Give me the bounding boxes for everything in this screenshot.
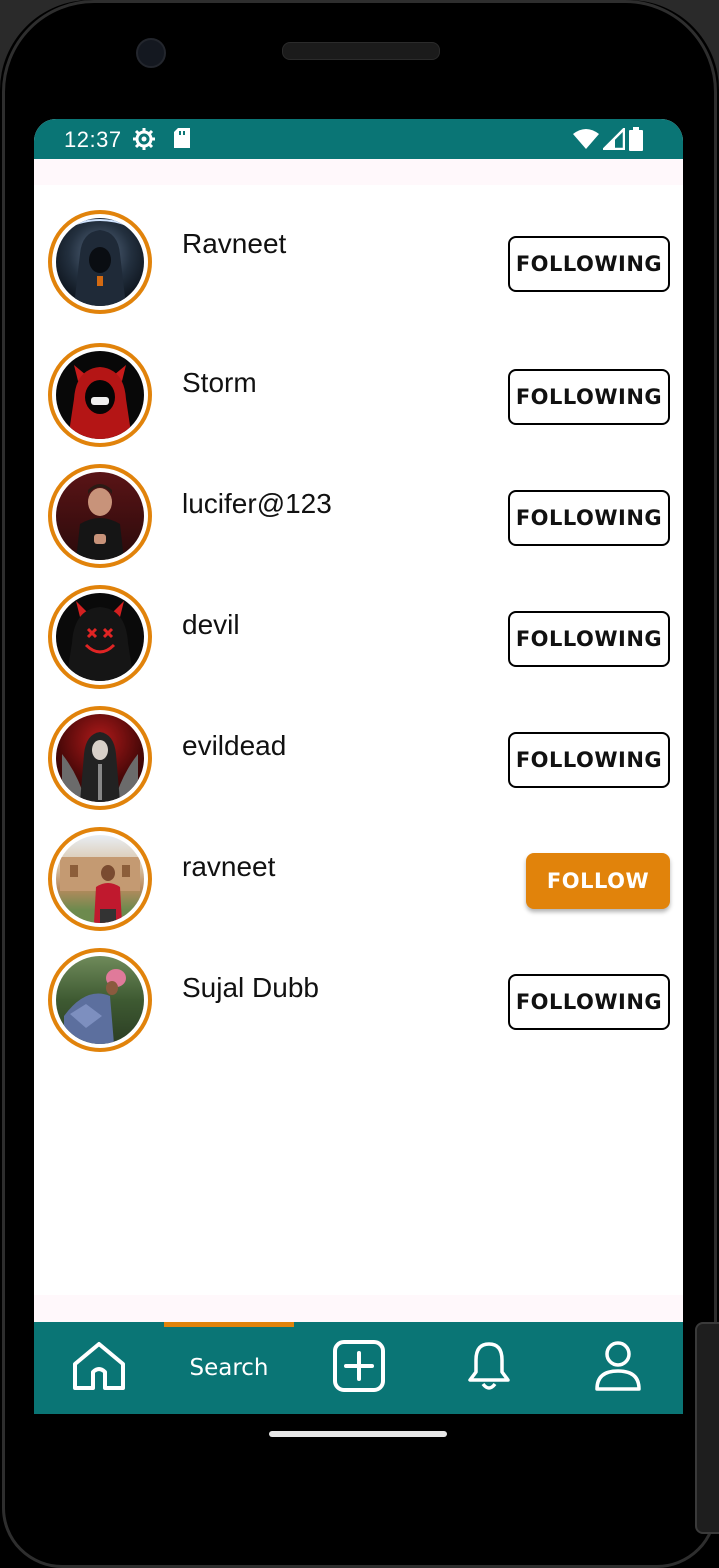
list-item: evildead FOLLOWING	[34, 706, 683, 816]
front-camera	[136, 38, 166, 68]
avatar[interactable]	[48, 210, 152, 314]
username[interactable]: evildead	[182, 730, 286, 762]
nav-search[interactable]: Search	[164, 1322, 294, 1414]
username[interactable]: ravneet	[182, 851, 275, 883]
username[interactable]: Storm	[182, 367, 257, 399]
avatar[interactable]	[48, 464, 152, 568]
app-screen: 12:37 Ravneet FOLLOWING Storm FOLLOWING …	[34, 119, 683, 1414]
username[interactable]: Sujal Dubb	[182, 972, 319, 1004]
nav-search-label: Search	[189, 1355, 269, 1381]
follow-button[interactable]: FOLLOW	[526, 853, 670, 909]
battery-icon	[629, 127, 643, 156]
list-item: Ravneet FOLLOWING	[34, 210, 683, 320]
bottom-navigation: Search	[34, 1322, 683, 1414]
following-button[interactable]: FOLLOWING	[508, 490, 670, 546]
username[interactable]: lucifer@123	[182, 488, 332, 520]
nav-profile[interactable]	[553, 1322, 683, 1414]
nav-home[interactable]	[34, 1322, 164, 1414]
following-button[interactable]: FOLLOWING	[508, 974, 670, 1030]
following-button[interactable]: FOLLOWING	[508, 611, 670, 667]
phone-frame: 12:37 Ravneet FOLLOWING Storm FOLLOWING …	[0, 0, 719, 1568]
earpiece-speaker	[282, 42, 440, 60]
nav-add-post[interactable]	[294, 1322, 424, 1414]
list-item: devil FOLLOWING	[34, 585, 683, 695]
status-time: 12:37	[64, 127, 122, 152]
avatar[interactable]	[48, 343, 152, 447]
username[interactable]: devil	[182, 609, 240, 641]
profile-icon	[593, 1339, 643, 1398]
username[interactable]: Ravneet	[182, 228, 286, 260]
sd-card-icon	[174, 128, 190, 153]
avatar[interactable]	[48, 948, 152, 1052]
avatar[interactable]	[48, 585, 152, 689]
status-bar: 12:37	[34, 119, 683, 159]
following-button[interactable]: FOLLOWING	[508, 236, 670, 292]
emulator-side-panel	[695, 1322, 719, 1534]
following-button[interactable]: FOLLOWING	[508, 369, 670, 425]
cell-signal-icon	[600, 125, 626, 155]
home-icon	[71, 1340, 127, 1397]
avatar[interactable]	[48, 706, 152, 810]
content-top-strip	[34, 159, 683, 185]
list-item: lucifer@123 FOLLOWING	[34, 464, 683, 574]
bell-icon	[466, 1340, 512, 1397]
gear-icon	[132, 127, 156, 156]
list-item: Storm FOLLOWING	[34, 343, 683, 453]
nav-notifications[interactable]	[424, 1322, 554, 1414]
gesture-home-bar[interactable]	[269, 1431, 447, 1437]
following-button[interactable]: FOLLOWING	[508, 732, 670, 788]
add-post-icon	[332, 1339, 386, 1398]
wifi-icon	[573, 128, 599, 155]
avatar[interactable]	[48, 827, 152, 931]
list-item: Sujal Dubb FOLLOWING	[34, 948, 683, 1058]
content-bottom-strip	[34, 1295, 683, 1322]
list-item: ravneet FOLLOW	[34, 827, 683, 937]
status-icons	[573, 125, 643, 156]
